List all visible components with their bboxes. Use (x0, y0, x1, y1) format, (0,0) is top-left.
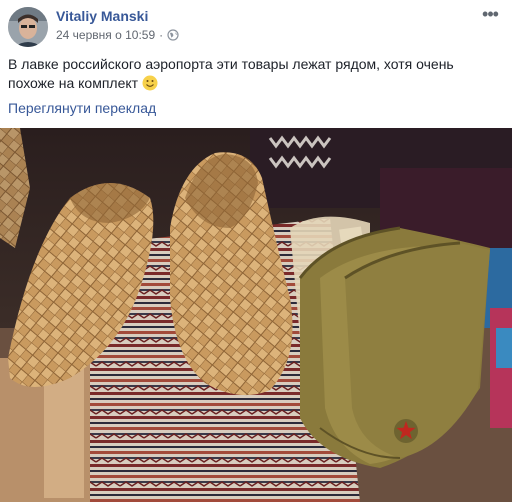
see-translation-link[interactable]: Переглянути переклад (8, 100, 156, 116)
meta-separator: · (159, 28, 164, 42)
post-photo[interactable] (0, 128, 512, 502)
post-text-body: В лавке российского аэропорта эти товары… (8, 56, 454, 91)
author-name[interactable]: Vitaliy Manski (56, 8, 148, 24)
post-meta: 24 червня о 10:59 · (56, 28, 179, 42)
smiley-icon (142, 75, 158, 91)
facebook-post: Vitaliy Manski 24 червня о 10:59 · ••• В… (0, 0, 512, 502)
post-timestamp[interactable]: 24 червня о 10:59 (56, 28, 155, 42)
more-options-icon[interactable]: ••• (480, 4, 500, 24)
globe-icon[interactable] (167, 29, 179, 41)
avatar[interactable] (8, 7, 48, 47)
avatar-image (8, 7, 48, 47)
post-text: В лавке российского аэропорта эти товары… (8, 55, 488, 93)
red-star-icon (394, 419, 418, 443)
photo-illustration (0, 128, 512, 502)
